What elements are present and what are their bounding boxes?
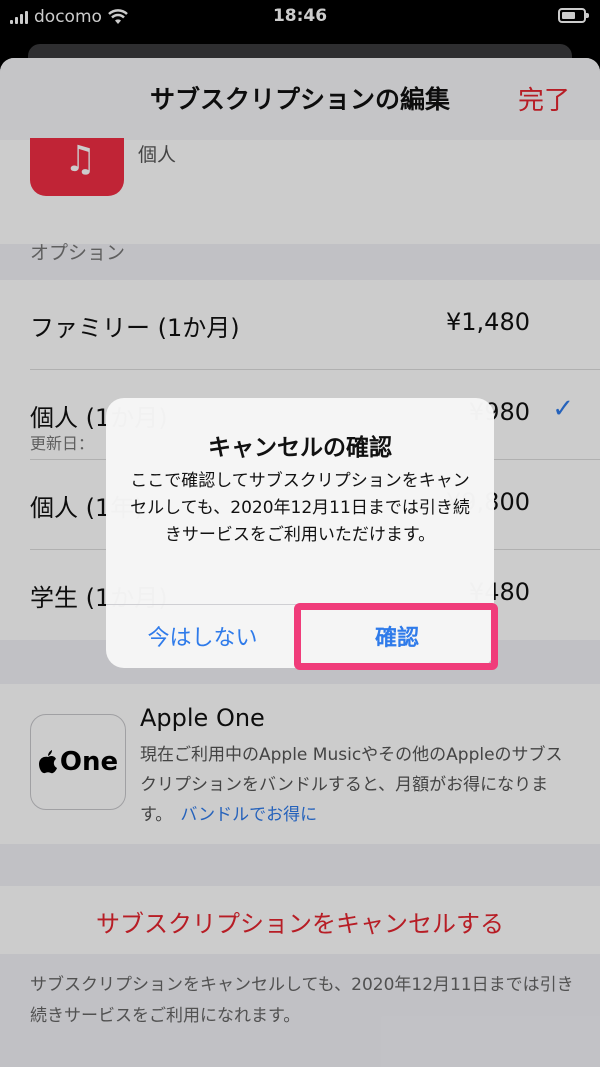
alert-title: キャンセルの確認 [208,435,392,461]
not-now-button[interactable]: 今はしない [106,604,299,668]
alert-message: ここで確認してサブスクリプションをキャンセルしても、2020年12月11日までは… [130,471,470,545]
confirm-highlight-box [294,603,498,670]
